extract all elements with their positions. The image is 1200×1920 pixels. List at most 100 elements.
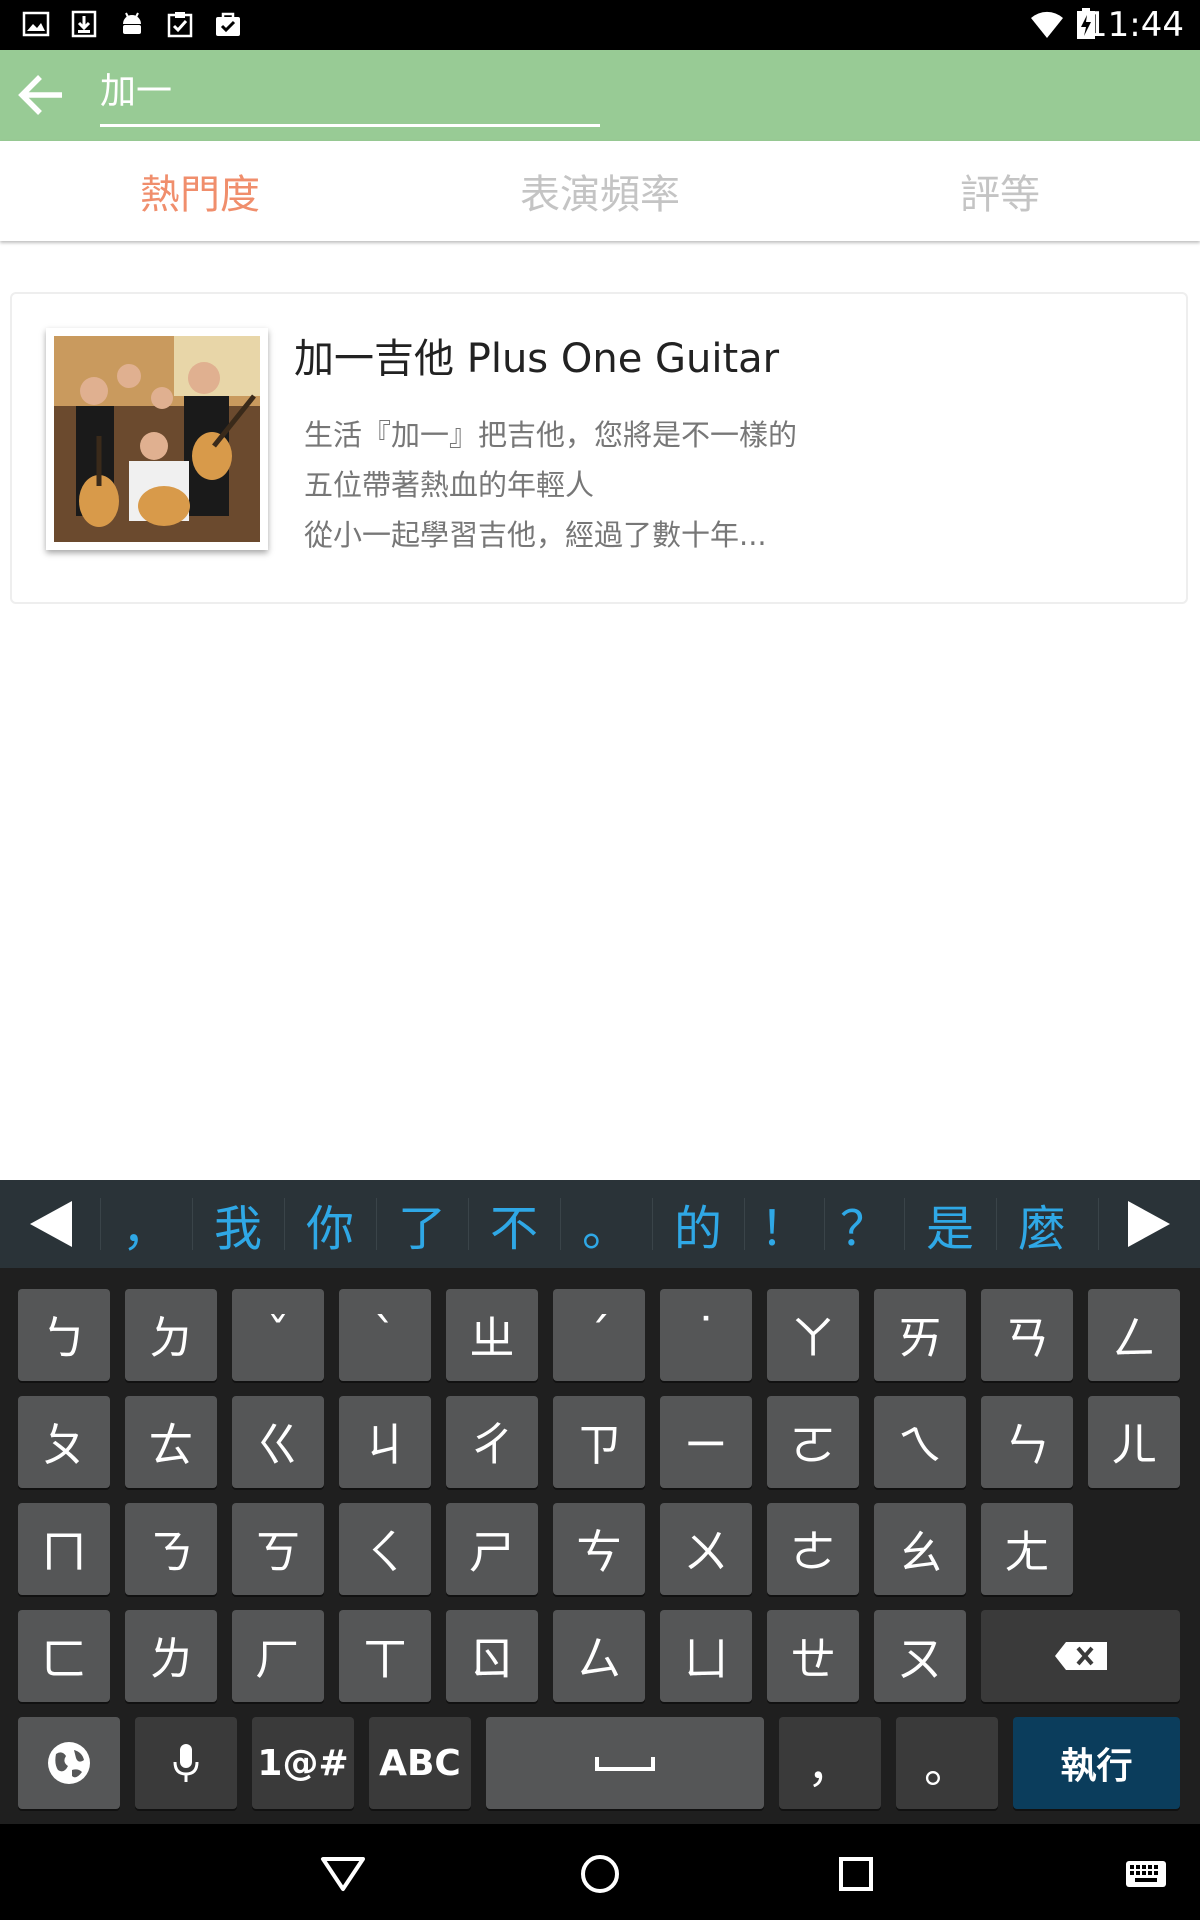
result-description-line: 從小一起學習吉他，經過了數十年... <box>304 518 767 552</box>
back-button[interactable] <box>10 64 72 126</box>
result-card[interactable]: 加一吉他 Plus One Guitar 生活『加一』把吉他，您將是不一樣的 五… <box>10 292 1188 604</box>
key[interactable]: ㄈ <box>18 1610 110 1702</box>
candidate[interactable]: 了 <box>376 1180 468 1268</box>
key[interactable]: ㄒ <box>339 1610 431 1702</box>
keyboard-switch-button[interactable] <box>1116 1844 1176 1904</box>
key[interactable]: ㄓ <box>446 1289 538 1381</box>
sort-tabs: 熱門度 表演頻率 評等 <box>0 141 1200 241</box>
globe-icon <box>48 1742 90 1784</box>
key[interactable]: ㄣ <box>981 1396 1073 1488</box>
candidate[interactable]: ？ <box>824 1180 904 1268</box>
candidate[interactable]: 的 <box>652 1180 744 1268</box>
key[interactable]: ㄜ <box>767 1503 859 1595</box>
keyboard-icon <box>1126 1861 1166 1887</box>
key[interactable]: ㄟ <box>874 1396 966 1488</box>
comma-key[interactable]: ， <box>779 1717 881 1809</box>
search-input[interactable] <box>100 64 598 112</box>
key[interactable]: ㄛ <box>767 1396 859 1488</box>
key[interactable]: ㄙ <box>553 1610 645 1702</box>
key[interactable]: ㄨ <box>660 1503 752 1595</box>
triangle-down-icon <box>321 1857 365 1891</box>
backspace-icon <box>1054 1642 1107 1670</box>
result-title: 加一吉他 Plus One Guitar <box>294 336 780 382</box>
candidate[interactable]: 不 <box>468 1180 560 1268</box>
key[interactable]: ㄇ <box>18 1503 110 1595</box>
symbols-key[interactable]: 1@# <box>252 1717 354 1809</box>
tab-label: 評等 <box>960 172 1040 218</box>
key[interactable]: ㄩ <box>660 1610 752 1702</box>
key[interactable]: ㄔ <box>446 1396 538 1488</box>
triangle-left-icon <box>30 1201 72 1247</box>
download-icon <box>71 10 97 38</box>
abc-key[interactable]: ABC <box>369 1717 471 1809</box>
key[interactable]: ㄏ <box>232 1610 324 1702</box>
key[interactable]: ㄧ <box>660 1396 752 1488</box>
tab-popularity[interactable]: 熱門度 <box>0 141 400 241</box>
enter-key[interactable]: 執行 <box>1013 1717 1180 1809</box>
key[interactable]: ˊ <box>553 1289 645 1381</box>
key[interactable]: ㄗ <box>553 1396 645 1488</box>
candidate[interactable]: 我 <box>192 1180 284 1268</box>
result-description-line: 五位帶著熱血的年輕人 <box>304 468 595 502</box>
wifi-icon <box>1031 11 1063 39</box>
candidates-next-button[interactable] <box>1116 1180 1182 1268</box>
microphone-icon <box>173 1744 199 1782</box>
bag-check-icon <box>216 12 240 36</box>
key[interactable]: ㄆ <box>18 1396 110 1488</box>
key[interactable]: ㄋ <box>125 1503 217 1595</box>
nav-back-button[interactable] <box>313 1844 373 1904</box>
key[interactable]: ㄤ <box>981 1503 1073 1595</box>
image-icon <box>22 11 50 37</box>
tab-label: 表演頻率 <box>520 172 680 218</box>
key[interactable]: ㄊ <box>125 1396 217 1488</box>
key[interactable]: ㄍ <box>232 1396 324 1488</box>
circle-home-icon <box>581 1855 619 1893</box>
backspace-key[interactable] <box>981 1610 1180 1702</box>
key[interactable]: ㄖ <box>446 1610 538 1702</box>
key[interactable]: ˙ <box>660 1289 752 1381</box>
key[interactable]: ㄎ <box>232 1503 324 1595</box>
key[interactable]: ㄚ <box>767 1289 859 1381</box>
key[interactable]: ˋ <box>339 1289 431 1381</box>
triangle-right-icon <box>1128 1201 1170 1247</box>
tab-performance-frequency[interactable]: 表演頻率 <box>400 141 800 241</box>
key[interactable]: ㄕ <box>446 1503 538 1595</box>
candidate-bar: ， 我 你 了 不 。 的 ！ ？ 是 麼 <box>0 1180 1200 1268</box>
clipboard-check-icon <box>167 12 193 38</box>
key[interactable]: ㄥ <box>1088 1289 1180 1381</box>
candidate[interactable]: 。 <box>560 1180 652 1268</box>
key[interactable]: ㄞ <box>874 1289 966 1381</box>
nav-recents-button[interactable] <box>826 1844 886 1904</box>
candidate[interactable]: ， <box>100 1180 192 1268</box>
candidate[interactable]: 是 <box>904 1180 996 1268</box>
key[interactable]: ㄐ <box>339 1396 431 1488</box>
tab-label: 熱門度 <box>140 172 260 218</box>
key[interactable]: ㄦ <box>1088 1396 1180 1488</box>
key[interactable]: ㄉ <box>125 1289 217 1381</box>
space-key[interactable] <box>486 1717 764 1809</box>
navigation-bar <box>0 1824 1200 1920</box>
key[interactable]: ㄡ <box>874 1610 966 1702</box>
key[interactable]: ㄝ <box>767 1610 859 1702</box>
key[interactable]: ㄌ <box>125 1610 217 1702</box>
period-key[interactable]: 。 <box>896 1717 998 1809</box>
nav-home-button[interactable] <box>570 1844 630 1904</box>
key[interactable]: ㄘ <box>553 1503 645 1595</box>
key[interactable]: ㄑ <box>339 1503 431 1595</box>
tab-rating[interactable]: 評等 <box>800 141 1200 241</box>
search-underline <box>100 124 600 127</box>
status-time: 11:44 <box>1086 5 1184 45</box>
candidates-prev-button[interactable] <box>18 1180 84 1268</box>
key[interactable]: ˇ <box>232 1289 324 1381</box>
band-photo <box>46 328 268 550</box>
microphone-key[interactable] <box>135 1717 237 1809</box>
android-icon <box>123 12 141 34</box>
candidate[interactable]: ！ <box>744 1180 824 1268</box>
keyboard: ， 我 你 了 不 。 的 ！ ？ 是 麼 ㄅ ㄉ ˇ ˋ ㄓ ˊ ˙ ㄚ ㄞ … <box>0 1180 1200 1824</box>
language-key[interactable] <box>18 1717 120 1809</box>
key[interactable]: ㄠ <box>874 1503 966 1595</box>
candidate[interactable]: 麼 <box>996 1180 1088 1268</box>
key[interactable]: ㄅ <box>18 1289 110 1381</box>
key[interactable]: ㄢ <box>981 1289 1073 1381</box>
candidate[interactable]: 你 <box>284 1180 376 1268</box>
